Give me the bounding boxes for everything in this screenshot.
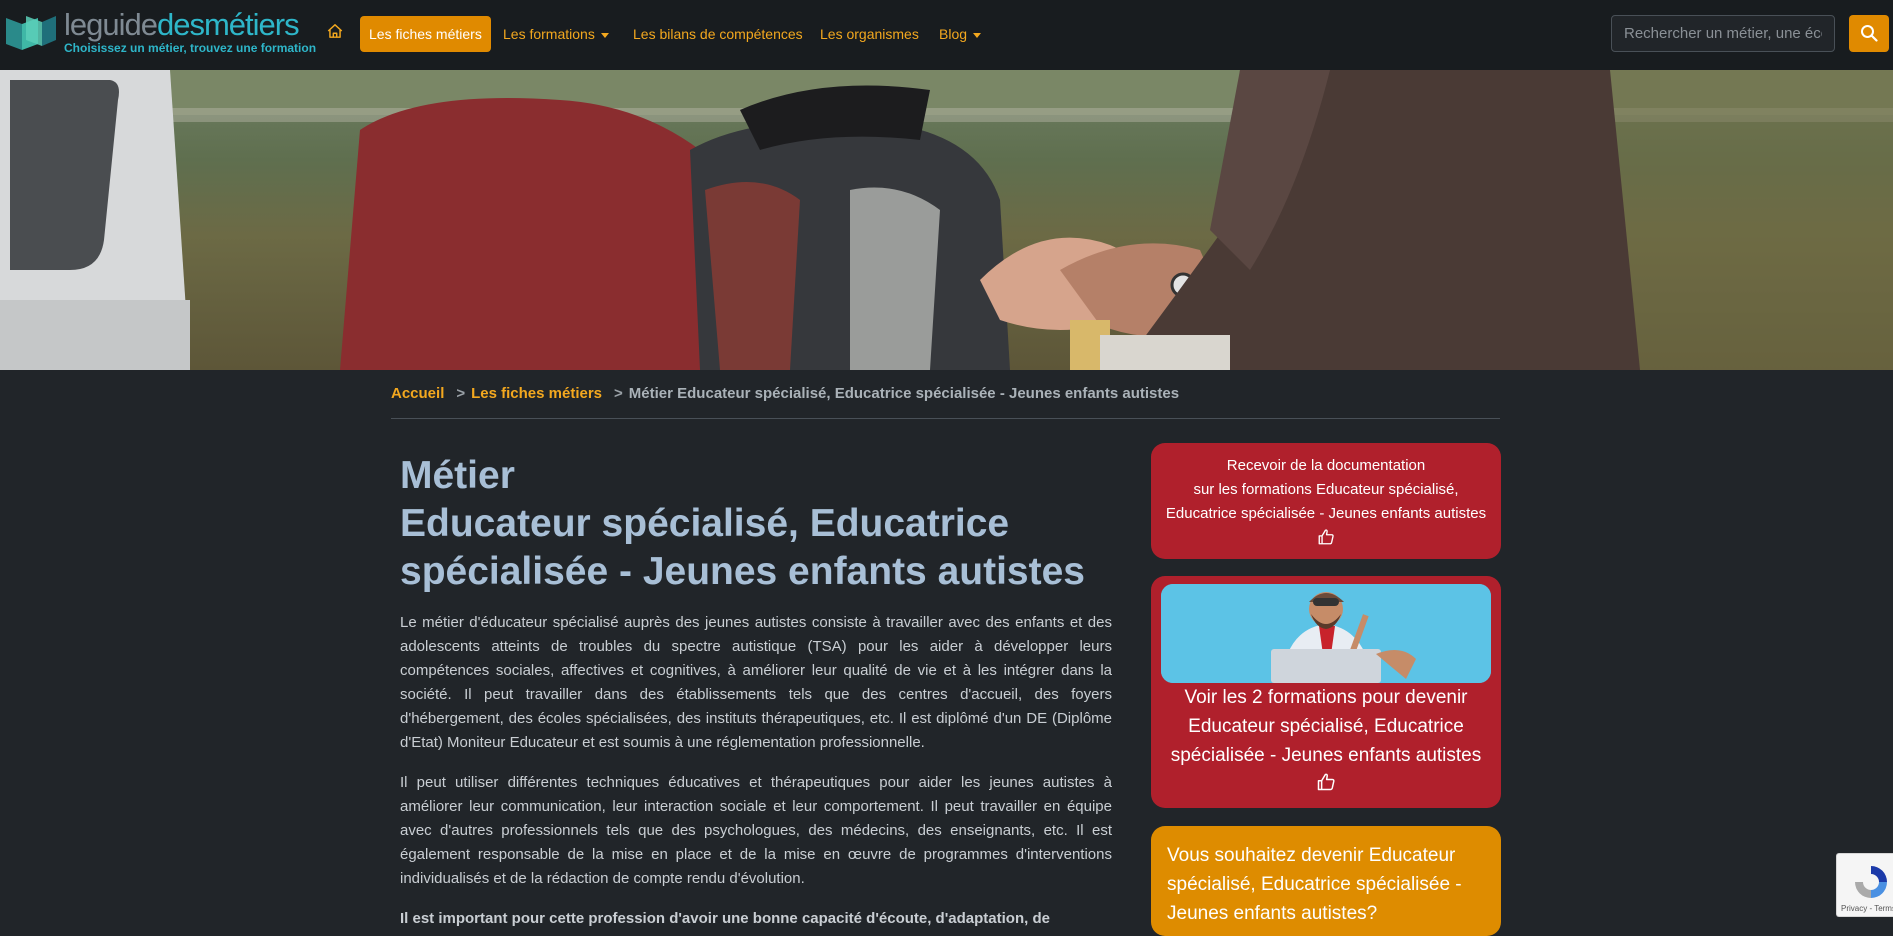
nav-organismes[interactable]: Les organismes [820,16,919,52]
breadcrumb-current: Métier Educateur spécialisé, Educatrice … [628,385,1180,402]
hero-photo [0,70,1893,370]
formations-card-text: Voir les 2 formations pour devenir Educa… [1161,683,1491,801]
become-card-line: Vous souhaitez devenir Educateur [1167,845,1456,866]
navbar: leguidedesmétiers Choisissez un métier, … [0,0,1893,70]
techniques-paragraph: Il peut utiliser différentes techniques … [400,774,1112,887]
page-title-line: Métier [400,454,515,497]
breadcrumb-home[interactable]: Accueil [391,385,444,402]
documentation-card-line: sur les formations Educateur spécialisé, [1193,481,1459,498]
become-card-line: Jeunes enfants autistes? [1167,903,1378,924]
logo-wordmark: leguidedesmétiers [64,7,300,42]
breadcrumb-separator: > [456,385,466,402]
man-laptop-illustration [1161,584,1491,683]
page-title-line: spécialisée - Jeunes enfants autistes [400,550,1085,593]
page-title: Métier Educateur spécialisé, Educatrice … [400,452,1100,596]
home-icon[interactable] [326,22,344,40]
hero-image [0,70,1893,370]
formations-card[interactable]: Voir les 2 formations pour devenir Educa… [1151,576,1501,808]
logo-tagline: Choisissez un métier, trouvez une format… [64,41,317,55]
intro-paragraph: Le métier d'éducateur spécialisé auprès … [400,614,1112,751]
search-icon [1861,25,1878,42]
become-card-line: spécialisé, Educatrice spécialisée - [1167,874,1462,895]
breadcrumb-divider [391,418,1500,419]
thumbs-up-icon [1318,529,1334,545]
nav-fiches-metiers[interactable]: Les fiches métiers [360,16,491,52]
formations-card-line: spécialisée - Jeunes enfants autistes [1170,745,1482,766]
breadcrumb: Accueil > Les fiches métiers > Métier Educat… [391,385,1179,402]
nav-blog[interactable]: Blog [939,16,982,52]
nav-formations[interactable]: Les formations [503,16,609,52]
logo-word-1: leguide [64,7,158,42]
breadcrumb-separator: > [614,385,623,402]
documentation-card-line: Recevoir de la documentation [1226,457,1426,474]
documentation-card[interactable]: Recevoir de la documentation sur les for… [1151,443,1501,559]
logo-word-2: desmétiers [156,7,300,42]
formations-card-line: Educateur spécialisé, Educatrice [1188,716,1464,737]
nav-bilans[interactable]: Les bilans de compétences [633,16,803,52]
search-input[interactable] [1611,15,1835,52]
site-logo[interactable]: leguidedesmétiers Choisissez un métier, … [4,7,316,58]
recaptcha-icon [1855,866,1887,898]
page-title-line: Educateur spécialisé, Educatrice [400,502,1010,545]
become-professional-card[interactable]: Vous souhaitez devenir Educateur spécial… [1151,826,1501,936]
recaptcha-badge[interactable]: Privacy - Terms [1836,853,1893,917]
formations-card-line: Voir les 2 formations pour devenir [1184,687,1468,708]
qualities-paragraph: Il est important pour cette profession d… [400,910,1050,927]
books-logo-icon [6,16,56,50]
chevron-down-icon [973,32,982,38]
nav-formations-label: Les formations [503,26,595,42]
formations-card-image [1161,584,1491,683]
chevron-down-icon [600,32,609,38]
breadcrumb-fiches[interactable]: Les fiches métiers [471,385,602,402]
thumbs-up-icon [1317,773,1335,791]
documentation-card-line: Educatrice spécialisée - Jeunes enfants … [1165,505,1487,522]
nav-blog-label: Blog [939,26,968,42]
recaptcha-links[interactable]: Privacy - Terms [1841,904,1893,913]
search-button[interactable] [1849,15,1889,52]
